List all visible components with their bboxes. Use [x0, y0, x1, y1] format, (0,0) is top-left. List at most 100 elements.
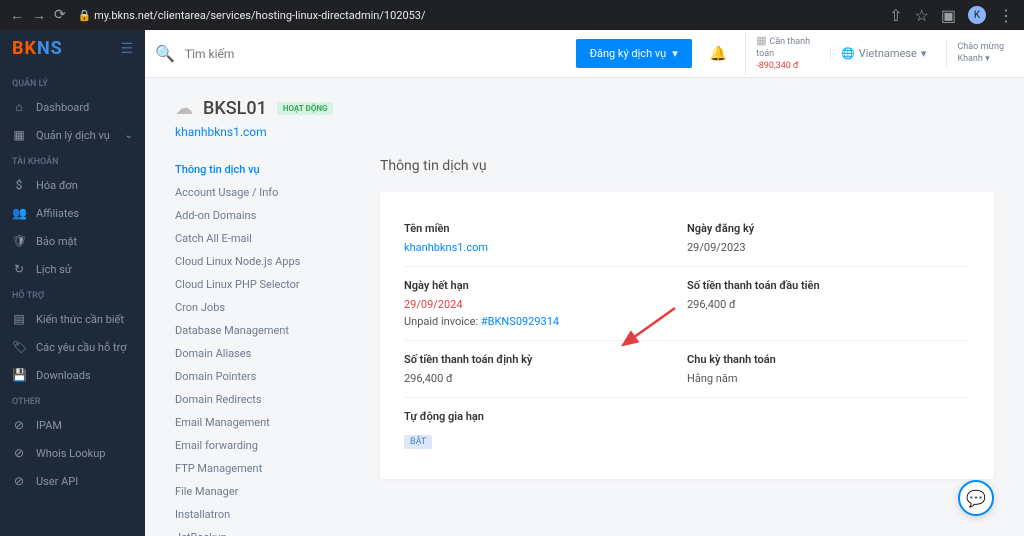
logo[interactable]: BKNS — [12, 38, 63, 59]
menu-file-manager[interactable]: File Manager — [175, 480, 350, 503]
browser-chrome-bar: ← → ⟳ 🔒 my.bkns.net/clientarea/services/… — [0, 0, 1024, 30]
book-icon: ▤ — [12, 312, 26, 326]
reg-date-label: Ngày đăng ký — [687, 222, 970, 235]
expiry-value: 29/09/2024 — [404, 298, 687, 311]
top-header: 🔍 Đăng ký dịch vụ ▾ 🔔 ▦ Cần thanh toán -… — [145, 30, 1024, 78]
browser-nav-controls: ← → ⟳ — [10, 7, 66, 24]
sidebar-section-account: TÀI KHOẢN — [0, 149, 145, 171]
chat-bubble-button[interactable]: 💬 — [958, 480, 994, 516]
autorenew-toggle[interactable]: BẬT — [404, 435, 432, 449]
menu-service-info[interactable]: Thông tin dịch vụ — [175, 158, 350, 181]
menu-nodejs-apps[interactable]: Cloud Linux Node.js Apps — [175, 250, 350, 273]
star-icon[interactable]: ☆ — [915, 6, 929, 25]
service-name: BKSL01 — [203, 98, 267, 119]
first-payment-value: 296,400 đ — [687, 298, 970, 311]
url-bar[interactable]: 🔒 my.bkns.net/clientarea/services/hostin… — [78, 9, 877, 22]
menu-domain-pointers[interactable]: Domain Pointers — [175, 365, 350, 388]
forward-icon[interactable]: → — [32, 7, 46, 24]
menu-email-mgmt[interactable]: Email Management — [175, 411, 350, 434]
sidebar-item-knowledge[interactable]: ▤Kiến thức cần biết — [0, 305, 145, 333]
menu-catchall-email[interactable]: Catch All E-mail — [175, 227, 350, 250]
expiry-label: Ngày hết hạn — [404, 279, 687, 292]
globe-icon: 🌐 — [841, 47, 855, 60]
details-section-title: Thông tin dịch vụ — [380, 158, 994, 174]
reg-date-value: 29/09/2023 — [687, 241, 970, 254]
link-icon: ⊘ — [12, 418, 26, 432]
more-icon[interactable]: ⋮ — [998, 6, 1014, 25]
sidebar-item-support-req[interactable]: 🏷Các yêu cầu hỗ trợ — [0, 333, 145, 361]
extension-icon[interactable]: ▣ — [941, 6, 956, 25]
ticket-icon: 🏷 — [12, 340, 26, 354]
chevron-down-icon: ⌄ — [125, 130, 133, 141]
sidebar-item-security[interactable]: 🛡Bảo mật — [0, 227, 145, 255]
chevron-down-icon: ▾ — [985, 54, 990, 64]
reload-icon[interactable]: ⟳ — [54, 7, 66, 24]
back-icon[interactable]: ← — [10, 7, 24, 24]
sidebar-section-manage: QUẢN LÝ — [0, 71, 145, 93]
search-input[interactable] — [185, 47, 566, 61]
dollar-icon: $ — [12, 178, 26, 192]
menu-cron-jobs[interactable]: Cron Jobs — [175, 296, 350, 319]
recurring-label: Số tiền thanh toán định kỳ — [404, 353, 687, 366]
user-menu[interactable]: Chào mừng Khanh ▾ — [946, 40, 1014, 67]
language-selector[interactable]: 🌐 Vietnamese ▾ — [830, 47, 936, 60]
users-icon: 👥 — [12, 206, 26, 220]
unpaid-invoice-line: Unpaid invoice: #BKNS0929314 — [404, 315, 687, 328]
service-menu: Thông tin dịch vụ Account Usage / Info A… — [175, 158, 350, 536]
menu-installatron[interactable]: Installatron — [175, 503, 350, 526]
recurring-value: 296,400 đ — [404, 372, 687, 385]
sidebar-item-userapi[interactable]: ⊘User API — [0, 467, 145, 495]
search-box[interactable]: 🔍 — [155, 44, 566, 63]
sidebar-item-history[interactable]: ↻Lịch sử — [0, 255, 145, 283]
sidebar-item-invoice[interactable]: $Hóa đơn — [0, 171, 145, 199]
domain-label: Tên miền — [404, 222, 687, 235]
info-card: Tên miền khanhbkns1.com Ngày đăng ký 29/… — [380, 192, 994, 479]
sidebar-section-other: OTHER — [0, 389, 145, 411]
menu-domain-redirects[interactable]: Domain Redirects — [175, 388, 350, 411]
cycle-value: Hằng năm — [687, 372, 970, 385]
service-domain-link[interactable]: khanhbkns1.com — [175, 125, 267, 139]
bell-icon[interactable]: 🔔 — [702, 46, 735, 62]
browser-right-icons: ⇧ ☆ ▣ K ⋮ — [889, 6, 1014, 25]
share-icon[interactable]: ⇧ — [889, 6, 902, 25]
sidebar-item-ipam[interactable]: ⊘IPAM — [0, 411, 145, 439]
cycle-label: Chu kỳ thanh toán — [687, 353, 970, 366]
menu-toggle-icon[interactable]: ☰ — [120, 41, 133, 57]
status-badge: HOẠT ĐỘNG — [277, 102, 334, 115]
menu-account-usage[interactable]: Account Usage / Info — [175, 181, 350, 204]
search-icon: 🔍 — [155, 44, 175, 63]
sidebar-item-dashboard[interactable]: ⌂Dashboard — [0, 93, 145, 121]
first-payment-label: Số tiền thanh toán đầu tiên — [687, 279, 970, 292]
sidebar-item-downloads[interactable]: 💾Downloads — [0, 361, 145, 389]
link-icon: ⊘ — [12, 446, 26, 460]
grid-icon: ▦ — [12, 128, 26, 142]
service-header: ☁ BKSL01 HOẠT ĐỘNG khanhbkns1.com — [175, 98, 994, 140]
menu-php-selector[interactable]: Cloud Linux PHP Selector — [175, 273, 350, 296]
sidebar-item-whois[interactable]: ⊘Whois Lookup — [0, 439, 145, 467]
sidebar-item-services[interactable]: ▦Quản lý dịch vụ⌄ — [0, 121, 145, 149]
autorenew-label: Tự động gia hạn — [404, 410, 687, 423]
menu-jetbackup[interactable]: JetBackup — [175, 526, 350, 536]
wallet-icon: ▦ — [756, 34, 769, 47]
chevron-down-icon: ▾ — [921, 47, 927, 60]
cloud-icon: ☁ — [175, 98, 193, 119]
download-icon: 💾 — [12, 368, 26, 382]
unpaid-invoice-link[interactable]: #BKNS0929314 — [481, 315, 559, 328]
menu-domain-aliases[interactable]: Domain Aliases — [175, 342, 350, 365]
history-icon: ↻ — [12, 262, 26, 276]
main-sidebar: BKNS ☰ QUẢN LÝ ⌂Dashboard ▦Quản lý dịch … — [0, 30, 145, 536]
sidebar-section-support: HỖ TRỢ — [0, 283, 145, 305]
register-service-button[interactable]: Đăng ký dịch vụ ▾ — [576, 39, 692, 68]
domain-value-link[interactable]: khanhbkns1.com — [404, 241, 687, 254]
menu-database-mgmt[interactable]: Database Management — [175, 319, 350, 342]
menu-ftp-mgmt[interactable]: FTP Management — [175, 457, 350, 480]
chat-icon: 💬 — [966, 489, 986, 508]
shield-icon: 🛡 — [12, 234, 26, 248]
sidebar-item-affiliates[interactable]: 👥Affiliates — [0, 199, 145, 227]
browser-profile-avatar[interactable]: K — [968, 6, 986, 24]
payment-due-box[interactable]: ▦ Cần thanh toán -890,340 đ — [745, 32, 820, 74]
home-icon: ⌂ — [12, 100, 26, 114]
menu-addon-domains[interactable]: Add-on Domains — [175, 204, 350, 227]
menu-email-fwd[interactable]: Email forwarding — [175, 434, 350, 457]
chevron-down-icon: ▾ — [672, 47, 678, 60]
